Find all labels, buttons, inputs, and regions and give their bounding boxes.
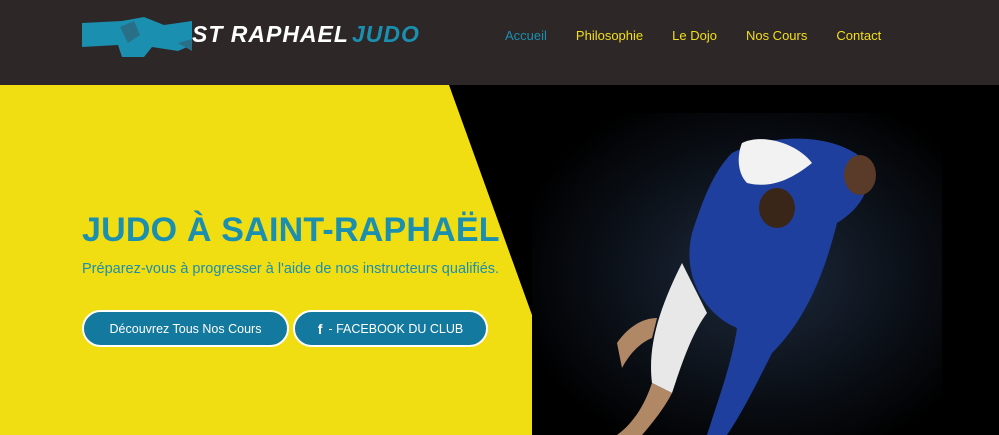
hero-subtitle: Préparez-vous à progresser à l'aide de n… bbox=[82, 261, 500, 277]
nav-item-le-dojo[interactable]: Le Dojo bbox=[672, 28, 717, 44]
discover-courses-button[interactable]: Découvrez Tous Nos Cours bbox=[82, 310, 289, 347]
facebook-club-label: - FACEBOOK DU CLUB bbox=[328, 321, 464, 336]
nav-item-contact[interactable]: Contact bbox=[836, 28, 881, 44]
nav-item-philosophie[interactable]: Philosophie bbox=[576, 28, 643, 44]
discover-courses-label: Découvrez Tous Nos Cours bbox=[109, 321, 262, 336]
site-header: ST RAPHAEL JUDO Accueil Philosophie Le D… bbox=[0, 0, 999, 85]
judo-throw-photo bbox=[532, 113, 942, 435]
logo-text-primary: ST RAPHAEL bbox=[192, 21, 349, 47]
facebook-icon: f bbox=[317, 320, 323, 337]
logo-text-secondary: JUDO bbox=[352, 21, 420, 47]
hero-section: JUDO À SAINT-RAPHAËL Préparez-vous à pro… bbox=[0, 85, 999, 435]
hero-title: JUDO À SAINT-RAPHAËL bbox=[82, 211, 500, 249]
main-nav: Accueil Philosophie Le Dojo Nos Cours Co… bbox=[505, 28, 910, 44]
nav-item-accueil[interactable]: Accueil bbox=[505, 28, 547, 44]
nav-item-nos-cours[interactable]: Nos Cours bbox=[746, 28, 807, 44]
logo[interactable]: ST RAPHAEL JUDO bbox=[82, 17, 419, 59]
facebook-club-button[interactable]: f - FACEBOOK DU CLUB bbox=[293, 310, 488, 347]
